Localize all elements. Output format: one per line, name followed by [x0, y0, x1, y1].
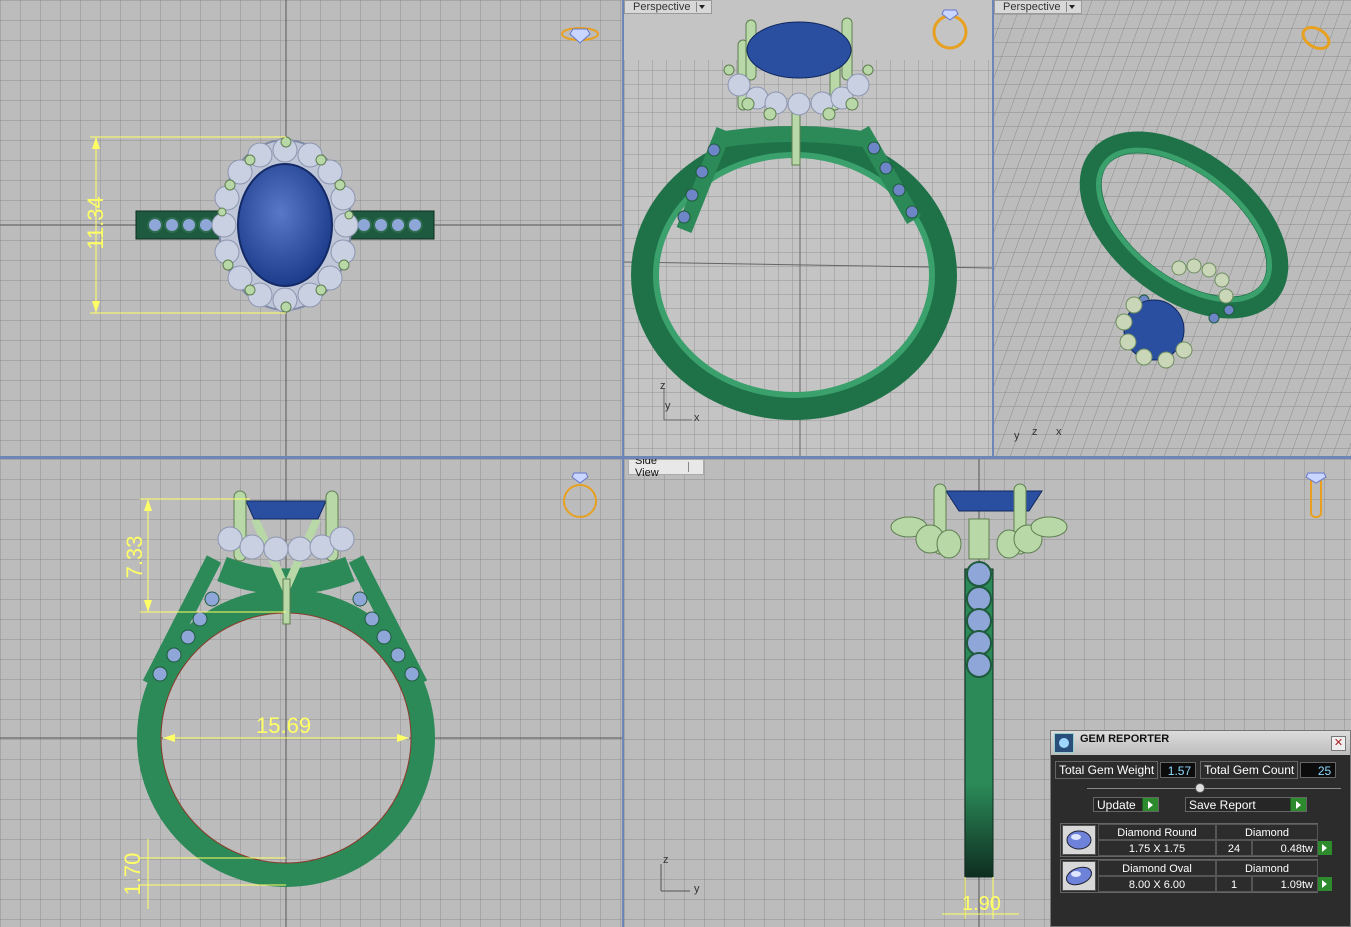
chevron-down-icon[interactable]	[1066, 2, 1077, 12]
viewport-front[interactable]: 7.33 15.69 1.70	[0, 459, 622, 927]
dimension-length: 11.34	[83, 196, 108, 250]
axis-x-label: x	[1056, 426, 1062, 438]
gem-size: 1.75 X 1.75	[1098, 840, 1216, 856]
update-button[interactable]: Update	[1093, 797, 1159, 812]
perspective-scene-1	[624, 0, 992, 456]
gem-size: 8.00 X 6.00	[1098, 876, 1216, 892]
front-view-scene	[0, 459, 622, 927]
gem-name: Diamond Round	[1098, 824, 1216, 840]
axis-y-label: y	[1014, 430, 1020, 442]
perspective-scene-2	[994, 0, 1351, 456]
dimension-shank: 1.70	[120, 852, 145, 896]
axis-z-label: z	[660, 380, 666, 392]
axis-y-label: y	[694, 883, 700, 895]
gem-row-oval[interactable]: Diamond Oval Diamond 8.00 X 6.00 1 1.09t…	[1060, 859, 1332, 893]
gem-weight: 0.48tw	[1252, 840, 1318, 856]
viewport-divider-vertical-2	[992, 0, 994, 456]
viewport-divider-horizontal	[0, 456, 1351, 459]
viewport-label-perspective-2[interactable]: Perspective	[994, 0, 1082, 14]
dimension-inner-diameter: 15.69	[256, 713, 312, 738]
gem-count: 24	[1216, 840, 1252, 856]
dimension-width: 1.90	[962, 893, 1001, 915]
gem-reporter-panel: GEM REPORTER ✕ Total Gem Weight 1.57 Tot…	[1050, 730, 1351, 927]
totals-row: Total Gem Weight 1.57 Total Gem Count 25	[1055, 761, 1337, 779]
gem-row-round[interactable]: Diamond Round Diamond 1.75 X 1.75 24 0.4…	[1060, 823, 1332, 857]
total-weight-label: Total Gem Weight	[1055, 761, 1159, 779]
play-arrow-icon	[1142, 798, 1158, 811]
axis-z-label: z	[1032, 426, 1038, 438]
viewport-label-text: Perspective	[1003, 1, 1061, 13]
viewport-perspective-2[interactable]: Perspective y z x	[994, 0, 1351, 456]
close-icon[interactable]: ✕	[1331, 736, 1346, 751]
oval-diamond-icon	[1062, 861, 1096, 891]
update-button-label: Update	[1097, 798, 1136, 812]
round-diamond-icon	[1062, 825, 1096, 855]
viewport-label-perspective-1[interactable]: Perspective	[624, 0, 712, 14]
slider-knob[interactable]	[1195, 783, 1205, 793]
gem-name: Diamond Oval	[1098, 860, 1216, 876]
save-report-button-label: Save Report	[1189, 798, 1256, 812]
gem-reporter-logo-icon	[1054, 733, 1074, 753]
dimension-height: 7.33	[122, 535, 147, 579]
total-weight-value: 1.57	[1160, 762, 1197, 778]
viewport-label-text: Perspective	[633, 1, 691, 13]
gem-reporter-title: GEM REPORTER	[1080, 733, 1170, 745]
gem-weight: 1.09tw	[1252, 876, 1318, 892]
viewport-divider-vertical	[622, 0, 624, 927]
axis-z-label: z	[663, 854, 669, 866]
play-arrow-icon[interactable]	[1318, 841, 1332, 855]
axis-x-label: x	[694, 412, 700, 424]
play-arrow-icon[interactable]	[1318, 877, 1332, 891]
gem-material: Diamond	[1216, 860, 1318, 876]
total-count-value: 25	[1300, 762, 1337, 778]
gem-reporter-titlebar[interactable]: GEM REPORTER ✕	[1051, 731, 1350, 755]
report-slider[interactable]	[1087, 783, 1341, 793]
save-report-button[interactable]: Save Report	[1185, 797, 1307, 812]
chevron-down-icon[interactable]	[688, 462, 699, 472]
play-arrow-icon	[1290, 798, 1306, 811]
axis-y-label: y	[665, 400, 671, 412]
gem-count: 1	[1216, 876, 1252, 892]
viewport-label-side[interactable]: Side View	[628, 455, 704, 479]
chevron-down-icon[interactable]	[696, 2, 707, 12]
viewport-perspective-1[interactable]: Perspective z y x	[624, 0, 992, 456]
gem-material: Diamond	[1216, 824, 1318, 840]
viewport-top[interactable]: 11.34	[0, 0, 622, 456]
total-count-label: Total Gem Count	[1200, 761, 1299, 779]
